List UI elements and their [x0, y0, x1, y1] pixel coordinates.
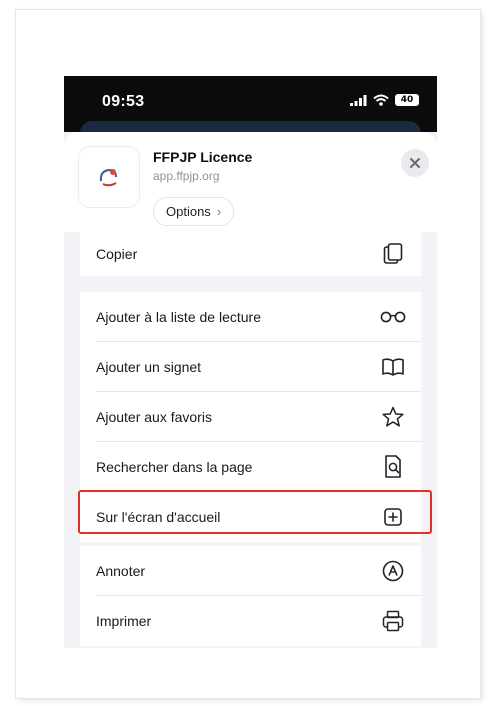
- action-add-to-home-screen[interactable]: Sur l'écran d'accueil: [80, 492, 421, 541]
- share-sheet: FFPJP Licence app.ffpjp.org Options › Co…: [64, 132, 437, 648]
- printer-icon: [380, 608, 406, 634]
- copy-icon: [380, 241, 406, 267]
- action-find-in-page[interactable]: Rechercher dans la page: [80, 442, 421, 491]
- action-print[interactable]: Imprimer: [80, 596, 421, 645]
- app-url: app.ffpjp.org: [153, 169, 220, 183]
- options-label: Options: [166, 204, 211, 219]
- battery-indicator: 40: [395, 94, 419, 106]
- markup-print-card: Annoter Imprimer: [80, 546, 421, 646]
- action-label: Ajouter à la liste de lecture: [96, 308, 261, 325]
- find-in-page-icon: [380, 454, 406, 480]
- app-name: FFPJP Licence: [153, 149, 253, 165]
- action-label: Copier: [96, 246, 138, 262]
- chevron-right-icon: ›: [216, 204, 222, 219]
- phone-screen: 09:53 40 FFPJP Licence app.ffpjp.org Opt…: [64, 76, 437, 648]
- star-icon: [380, 404, 406, 430]
- copy-card: Copier: [80, 232, 421, 276]
- action-label: Imprimer: [96, 612, 152, 629]
- add-square-icon: [380, 504, 406, 530]
- status-icons: 40: [350, 94, 419, 106]
- action-add-reading-list[interactable]: Ajouter à la liste de lecture: [80, 292, 421, 341]
- action-label: Annoter: [96, 562, 146, 579]
- action-add-favorites[interactable]: Ajouter aux favoris: [80, 392, 421, 441]
- action-copy[interactable]: Copier: [80, 232, 421, 276]
- close-button[interactable]: [401, 149, 429, 177]
- action-label: Ajouter un signet: [96, 358, 202, 375]
- close-icon: [410, 158, 420, 168]
- action-label: Ajouter aux favoris: [96, 408, 212, 425]
- signal-icon: [350, 94, 367, 106]
- actions-card: Ajouter à la liste de lecture Ajouter un…: [80, 292, 421, 542]
- status-time: 09:53: [102, 93, 145, 110]
- wifi-icon: [373, 94, 389, 106]
- book-icon: [380, 354, 406, 380]
- options-button[interactable]: Options ›: [153, 197, 235, 226]
- action-markup[interactable]: Annoter: [80, 546, 421, 595]
- share-sheet-header: FFPJP Licence app.ffpjp.org Options ›: [64, 132, 437, 232]
- app-icon: [78, 146, 140, 208]
- action-label: Rechercher dans la page: [96, 458, 253, 475]
- action-add-bookmark[interactable]: Ajouter un signet: [80, 342, 421, 391]
- action-label: Sur l'écran d'accueil: [96, 508, 221, 525]
- glasses-icon: [380, 304, 406, 330]
- markup-icon: [380, 558, 406, 584]
